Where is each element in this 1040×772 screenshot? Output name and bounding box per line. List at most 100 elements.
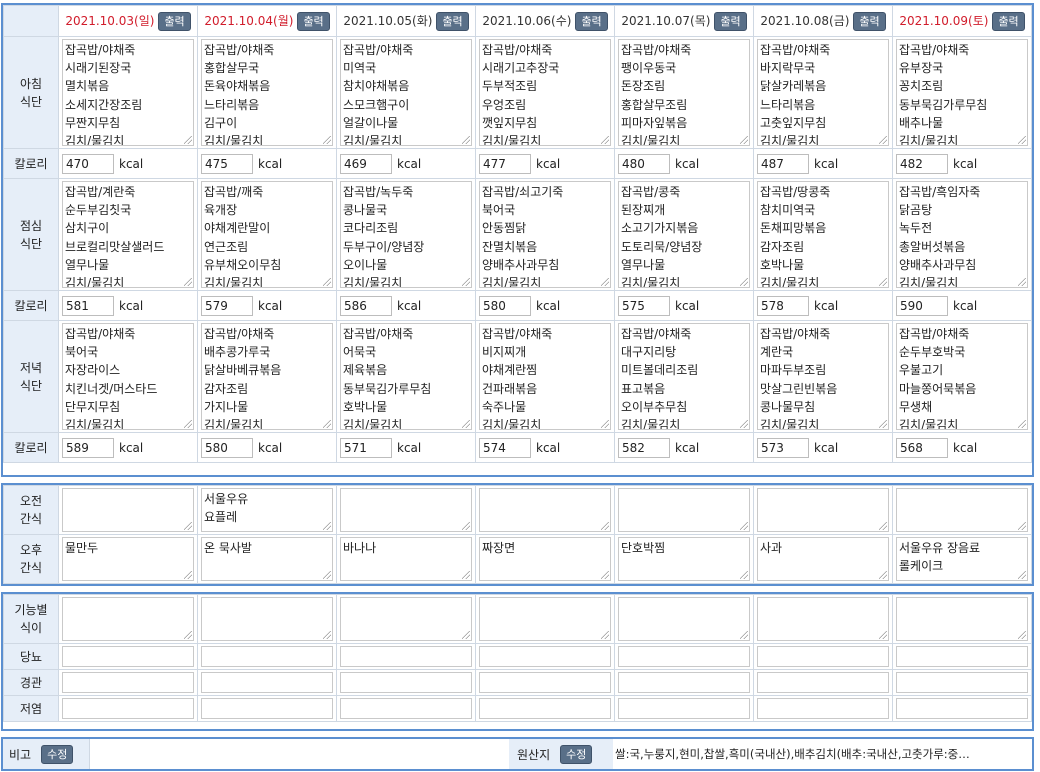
diet-input[interactable] xyxy=(201,672,333,693)
calorie-input[interactable]: 582 xyxy=(618,437,670,458)
menu-textarea[interactable]: 잡곡밥/야채죽 계란국 마파두부조림 맛살그린빈볶음 콩나물무침 김치/물김치 xyxy=(757,323,889,430)
menu-textarea[interactable] xyxy=(62,488,194,532)
resize-grip-icon[interactable] xyxy=(323,420,331,428)
menu-textarea[interactable]: 서울우유 장음료 롤케이크 xyxy=(896,537,1028,581)
resize-grip-icon[interactable] xyxy=(740,571,748,579)
menu-textarea[interactable] xyxy=(479,488,611,532)
resize-grip-icon[interactable] xyxy=(1018,631,1026,639)
menu-textarea[interactable] xyxy=(618,597,750,641)
resize-grip-icon[interactable] xyxy=(601,136,609,144)
menu-textarea[interactable] xyxy=(896,597,1028,641)
menu-textarea[interactable]: 잡곡밥/야채죽 배추콩가루국 닭살바베큐볶음 감자조림 가지나물 김치/물김치 xyxy=(201,323,333,430)
calorie-input[interactable]: 487 xyxy=(757,153,809,174)
calorie-input[interactable]: 482 xyxy=(896,153,948,174)
diet-input[interactable] xyxy=(201,646,333,667)
menu-textarea[interactable]: 잡곡밥/콩죽 된장찌개 소고기가지볶음 도토리묵/양념장 열무나물 김치/물김치 xyxy=(618,181,750,288)
menu-textarea[interactable]: 잡곡밥/야채죽 시래기된장국 멸치볶음 소세지간장조림 무짠지무침 김치/물김치 xyxy=(62,39,194,146)
calorie-input[interactable]: 579 xyxy=(201,295,253,316)
resize-grip-icon[interactable] xyxy=(879,278,887,286)
note-field[interactable] xyxy=(89,739,508,769)
diet-input[interactable] xyxy=(618,698,750,719)
menu-textarea[interactable]: 잡곡밥/땅콩죽 참치미역국 돈채피망볶음 감자조림 호박나물 김치/물김치 xyxy=(757,181,889,288)
resize-grip-icon[interactable] xyxy=(184,571,192,579)
menu-textarea[interactable] xyxy=(340,597,472,641)
resize-grip-icon[interactable] xyxy=(1018,522,1026,530)
calorie-input[interactable]: 574 xyxy=(479,437,531,458)
resize-grip-icon[interactable] xyxy=(462,522,470,530)
resize-grip-icon[interactable] xyxy=(879,420,887,428)
print-button[interactable]: 출력 xyxy=(992,11,1025,31)
resize-grip-icon[interactable] xyxy=(740,420,748,428)
calorie-input[interactable]: 589 xyxy=(62,437,114,458)
resize-grip-icon[interactable] xyxy=(184,631,192,639)
menu-textarea[interactable]: 짜장면 xyxy=(479,537,611,581)
calorie-input[interactable]: 571 xyxy=(340,437,392,458)
resize-grip-icon[interactable] xyxy=(323,631,331,639)
menu-textarea[interactable]: 서울우유 요플레 xyxy=(201,488,333,532)
resize-grip-icon[interactable] xyxy=(184,278,192,286)
resize-grip-icon[interactable] xyxy=(1018,278,1026,286)
menu-textarea[interactable]: 잡곡밥/계란죽 순두부김칫국 삼치구이 브로컬리맛살샐러드 열무나물 김치/물김치 xyxy=(62,181,194,288)
print-button[interactable]: 출력 xyxy=(853,11,886,31)
origin-edit-button[interactable]: 수정 xyxy=(560,744,593,764)
menu-textarea[interactable] xyxy=(757,488,889,532)
resize-grip-icon[interactable] xyxy=(1018,420,1026,428)
calorie-input[interactable]: 575 xyxy=(618,295,670,316)
menu-textarea[interactable]: 잡곡밥/쇠고기죽 북어국 안동찜닭 잔멸치볶음 양배추사과무침 김치/물김치 xyxy=(479,181,611,288)
resize-grip-icon[interactable] xyxy=(601,420,609,428)
resize-grip-icon[interactable] xyxy=(323,136,331,144)
resize-grip-icon[interactable] xyxy=(323,571,331,579)
menu-textarea[interactable]: 잡곡밥/야채죽 홍합살무국 돈육야채볶음 느타리볶음 김구이 김치/물김치 xyxy=(201,39,333,146)
diet-input[interactable] xyxy=(62,672,194,693)
menu-textarea[interactable] xyxy=(201,597,333,641)
menu-textarea[interactable]: 잡곡밥/야채죽 바지락무국 닭살카레볶음 느타리볶음 고춧잎지무침 김치/물김치 xyxy=(757,39,889,146)
diet-input[interactable] xyxy=(201,698,333,719)
menu-textarea[interactable]: 사과 xyxy=(757,537,889,581)
diet-input[interactable] xyxy=(479,672,611,693)
menu-textarea[interactable]: 잡곡밥/야채죽 대구지리탕 미트볼데리조림 표고볶음 오이부추무침 김치/물김치 xyxy=(618,323,750,430)
print-button[interactable]: 출력 xyxy=(436,11,469,31)
menu-textarea[interactable]: 잡곡밥/야채죽 유부장국 꽁치조림 동부묵김가루무침 배추나물 김치/물김치 xyxy=(896,39,1028,146)
diet-input[interactable] xyxy=(896,698,1028,719)
resize-grip-icon[interactable] xyxy=(184,420,192,428)
menu-textarea[interactable] xyxy=(896,488,1028,532)
diet-input[interactable] xyxy=(479,698,611,719)
calorie-input[interactable]: 580 xyxy=(201,437,253,458)
resize-grip-icon[interactable] xyxy=(184,522,192,530)
diet-input[interactable] xyxy=(896,672,1028,693)
resize-grip-icon[interactable] xyxy=(740,631,748,639)
menu-textarea[interactable]: 잡곡밥/야채죽 순두부호박국 우불고기 마늘쫑어묵볶음 무생채 김치/물김치 xyxy=(896,323,1028,430)
print-button[interactable]: 출력 xyxy=(297,11,330,31)
diet-input[interactable] xyxy=(757,646,889,667)
print-button[interactable]: 출력 xyxy=(158,11,191,31)
resize-grip-icon[interactable] xyxy=(879,136,887,144)
diet-input[interactable] xyxy=(62,698,194,719)
menu-textarea[interactable] xyxy=(340,488,472,532)
menu-textarea[interactable]: 잡곡밥/야채죽 미역국 참치야채볶음 스모크햄구이 얼갈이나물 김치/물김치 xyxy=(340,39,472,146)
print-button[interactable]: 출력 xyxy=(575,11,608,31)
resize-grip-icon[interactable] xyxy=(1018,571,1026,579)
resize-grip-icon[interactable] xyxy=(879,571,887,579)
calorie-input[interactable]: 480 xyxy=(618,153,670,174)
diet-input[interactable] xyxy=(896,646,1028,667)
resize-grip-icon[interactable] xyxy=(740,522,748,530)
menu-textarea[interactable]: 잡곡밥/녹두죽 콩나물국 코다리조림 두부구이/양념장 오이나물 김치/물김치 xyxy=(340,181,472,288)
calorie-input[interactable]: 586 xyxy=(340,295,392,316)
resize-grip-icon[interactable] xyxy=(462,571,470,579)
calorie-input[interactable]: 580 xyxy=(479,295,531,316)
calorie-input[interactable]: 581 xyxy=(62,295,114,316)
resize-grip-icon[interactable] xyxy=(879,631,887,639)
menu-textarea[interactable] xyxy=(479,597,611,641)
menu-textarea[interactable]: 잡곡밥/야채죽 비지찌개 야채계란찜 건파래볶음 숙주나물 김치/물김치 xyxy=(479,323,611,430)
menu-textarea[interactable] xyxy=(757,597,889,641)
resize-grip-icon[interactable] xyxy=(601,571,609,579)
menu-textarea[interactable]: 잡곡밥/흑임자죽 닭곰탕 녹두전 총알버섯볶음 양배추사과무침 김치/물김치 xyxy=(896,181,1028,288)
resize-grip-icon[interactable] xyxy=(323,278,331,286)
resize-grip-icon[interactable] xyxy=(323,522,331,530)
menu-textarea[interactable]: 온 묵사발 xyxy=(201,537,333,581)
calorie-input[interactable]: 590 xyxy=(896,295,948,316)
diet-input[interactable] xyxy=(340,646,472,667)
resize-grip-icon[interactable] xyxy=(1018,136,1026,144)
menu-textarea[interactable]: 잡곡밥/깨죽 육개장 야채계란말이 연근조림 유부채오이무침 김치/물김치 xyxy=(201,181,333,288)
resize-grip-icon[interactable] xyxy=(462,278,470,286)
